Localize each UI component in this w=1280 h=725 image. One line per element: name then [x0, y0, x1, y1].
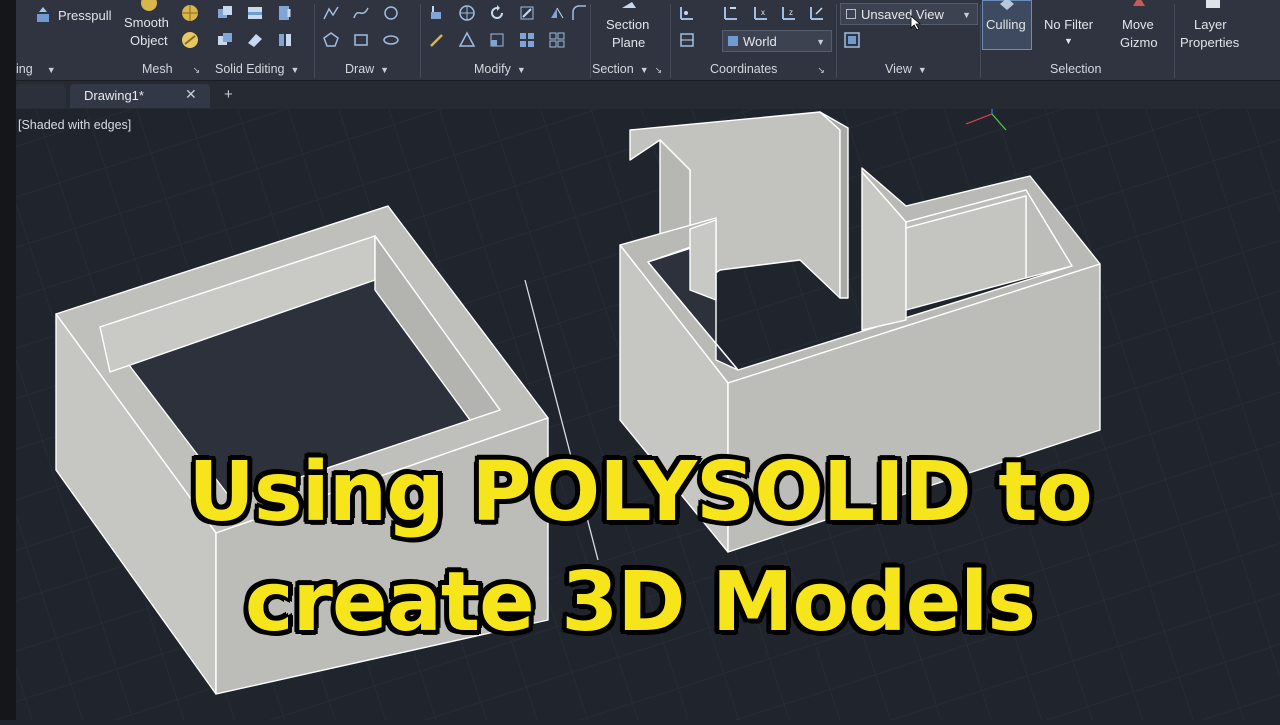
subtract-icon[interactable] — [246, 4, 264, 22]
mesh-smooth-icon[interactable] — [181, 31, 199, 49]
copy-icon[interactable] — [518, 31, 536, 49]
no-filter-button[interactable]: No Filter — [1044, 16, 1093, 33]
move-icon[interactable] — [428, 4, 446, 22]
smooth-object-icon[interactable] — [140, 0, 158, 12]
layer-properties-label-2[interactable]: Properties — [1180, 34, 1239, 51]
named-view-value: Unsaved View — [861, 7, 944, 22]
smooth-object-label-1[interactable]: Smooth — [124, 14, 169, 31]
svg-text:x: x — [761, 8, 765, 17]
ellipse-icon[interactable] — [382, 31, 400, 49]
culling-icon — [998, 0, 1016, 12]
panel-label-draw[interactable]: Draw ▼ — [345, 61, 389, 77]
ucs-icon[interactable] — [678, 4, 696, 22]
ribbon-separator — [1174, 4, 1175, 78]
ribbon-separator — [670, 4, 671, 78]
ucs-named-icon[interactable] — [678, 31, 696, 49]
section-plane-icon[interactable] — [620, 0, 638, 14]
panel-label-modeling[interactable]: ing ▼ — [16, 61, 56, 77]
scale-icon[interactable] — [488, 31, 506, 49]
slice-icon[interactable] — [216, 31, 234, 49]
polygon-icon[interactable] — [322, 31, 340, 49]
ribbon: Presspull Smooth Object Section Plane x — [0, 0, 1280, 81]
ucs-x-icon[interactable]: x — [752, 4, 770, 22]
circle-icon[interactable] — [382, 4, 400, 22]
3d-rotate-icon[interactable] — [458, 4, 476, 22]
ribbon-separator — [590, 4, 591, 78]
world-ucs-icon — [728, 36, 738, 46]
panel-label-mesh[interactable]: Mesh ↘ — [142, 61, 200, 77]
chevron-down-icon: ▼ — [816, 37, 825, 47]
viewport-config-icon[interactable] — [843, 31, 861, 49]
culling-label: Culling — [986, 17, 1026, 32]
view-icon — [846, 9, 856, 19]
ribbon-separator — [836, 4, 837, 78]
ribbon-separator — [314, 4, 315, 78]
fillet-icon[interactable] — [570, 4, 588, 22]
visual-style-label[interactable]: [Shaded with edges] — [18, 118, 131, 132]
start-tab[interactable] — [16, 84, 66, 108]
move-gizmo-icon — [1130, 0, 1148, 10]
ribbon-separator — [980, 4, 981, 78]
no-filter-dropdown-icon[interactable]: ▼ — [1064, 33, 1073, 50]
mirror-icon[interactable] — [548, 4, 566, 22]
ucs-z-icon[interactable]: z — [780, 4, 798, 22]
coordinate-system-value: World — [743, 34, 777, 49]
mouse-cursor-icon — [908, 14, 926, 32]
rect-array-icon[interactable] — [548, 31, 566, 49]
shell-icon[interactable] — [246, 31, 264, 49]
ucs-origin-icon[interactable] — [722, 4, 740, 22]
panel-label-modify[interactable]: Modify ▼ — [474, 61, 526, 77]
panel-label-section[interactable]: Section ▼ ↘ — [592, 61, 662, 77]
extract-edges-icon[interactable] — [276, 31, 294, 49]
section-plane-label-2[interactable]: Plane — [612, 34, 645, 51]
align-icon[interactable] — [518, 4, 536, 22]
svg-text:z: z — [789, 8, 793, 17]
layer-properties-icon — [1204, 0, 1222, 10]
ucs-view-icon[interactable] — [808, 4, 826, 22]
panel-label-selection[interactable]: Selection — [1050, 61, 1101, 77]
rotate-icon[interactable] — [488, 4, 506, 22]
close-icon[interactable]: ✕ — [185, 86, 197, 103]
move-gizmo-label-2[interactable]: Gizmo — [1120, 34, 1158, 51]
presspull-icon[interactable] — [34, 6, 52, 24]
stretch-icon[interactable] — [428, 31, 446, 49]
add-tab-icon[interactable]: + — [224, 86, 233, 103]
spline-icon[interactable] — [352, 4, 370, 22]
title-caption-line-2: create 3D Models — [244, 555, 1036, 650]
array-icon[interactable] — [458, 31, 476, 49]
chevron-down-icon: ▼ — [962, 10, 971, 20]
ribbon-separator — [420, 4, 421, 78]
smooth-object-label-2[interactable]: Object — [130, 32, 168, 49]
polyline-icon[interactable] — [322, 4, 340, 22]
mesh-sphere-icon[interactable] — [181, 4, 199, 22]
move-gizmo-label-1[interactable]: Move — [1122, 16, 1154, 33]
title-caption-line-1: Using POLYSOLID to — [188, 445, 1092, 540]
intersect-icon[interactable] — [276, 4, 294, 22]
panel-label-coordinates[interactable]: Coordinates ↘ — [710, 61, 825, 77]
coordinate-system-select[interactable]: World ▼ — [722, 30, 832, 52]
section-plane-label-1[interactable]: Section — [606, 16, 649, 33]
panel-label-view[interactable]: View ▼ — [885, 61, 927, 77]
presspull-button[interactable]: Presspull — [58, 7, 111, 24]
layer-properties-label-1[interactable]: Layer — [1194, 16, 1227, 33]
panel-label-solid-editing[interactable]: Solid Editing ▼ — [215, 61, 299, 77]
tab-drawing1-label: Drawing1* — [84, 88, 144, 103]
rectangle-icon[interactable] — [352, 31, 370, 49]
union-icon[interactable] — [216, 4, 234, 22]
